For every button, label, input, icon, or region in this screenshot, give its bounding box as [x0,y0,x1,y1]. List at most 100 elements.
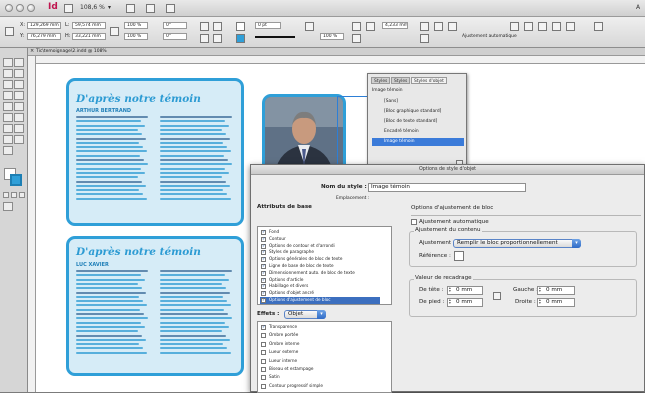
scissors-tool-icon[interactable] [3,113,13,122]
stepper-icon[interactable]: ▴ ▾ [449,287,454,294]
h-field[interactable]: 33,221 mm [72,33,106,40]
effect-checkbox[interactable]: ✓ [261,325,266,330]
base-attributes-list[interactable]: ✓ Fond ✓ Contour ✓ Options de contour et d'ar… [257,226,392,305]
apply-gradient-icon[interactable] [11,192,17,198]
align-left-icon[interactable] [510,22,519,31]
distribute-icon[interactable] [552,22,561,31]
card2-name[interactable]: Luc Xavier [76,262,109,268]
corner-options-icon[interactable] [352,34,361,43]
tab-object-styles[interactable]: Styles d'objet [411,77,447,84]
attribute-checkbox[interactable]: ✓ [261,230,266,235]
shear-field[interactable]: 0° [163,33,187,40]
attribute-row[interactable]: ✓ Ligne de base de bloc de texte [260,263,380,270]
bottom-input[interactable]: ▴ ▾ 0 mm [447,298,483,307]
attribute-row[interactable]: ✓ Habillage et divers [260,283,380,290]
effect-row[interactable]: Ombre portée [260,332,380,339]
effect-checkbox[interactable] [261,341,266,347]
attribute-checkbox[interactable]: ✓ [261,257,266,263]
center-content-icon[interactable] [420,34,429,43]
auto-fit-checkbox[interactable] [411,219,417,225]
minimize-window-button[interactable] [16,4,24,12]
effect-row[interactable]: Lueur externe [260,349,380,356]
effect-row[interactable]: Ombre interne [260,341,380,348]
attribute-checkbox[interactable]: ✓ [261,250,266,256]
attribute-checkbox[interactable]: ✓ [261,291,266,297]
eyedropper-tool-icon[interactable] [3,135,13,144]
flip-icon[interactable] [213,22,222,31]
opacity-field[interactable]: 100 % [320,33,344,40]
screen-mode-tool-icon[interactable] [3,202,13,211]
align-right-icon[interactable] [538,22,547,31]
stroke-type-line[interactable] [255,36,295,38]
rectangle-tool-icon[interactable] [14,102,24,111]
effect-checkbox[interactable] [261,367,266,372]
document-tab[interactable]: × Tic\temoignage\2.indd @ 108% [28,48,645,56]
attribute-row[interactable]: ✓ Options générales de bloc de texte [260,256,380,263]
attribute-row[interactable]: ✓ Options de contour et d'arrondi [260,243,380,250]
select-container-icon[interactable] [200,34,209,43]
effect-checkbox[interactable] [261,375,266,381]
type-tool-icon[interactable] [3,80,13,89]
document-tab-label[interactable]: Tic\temoignage\2.indd @ 108% [36,49,107,54]
y-field[interactable]: 76,279 mm [27,33,61,40]
scale-x-field[interactable]: 100 % [124,22,148,29]
tab-styles-1[interactable]: Styles [371,77,391,84]
effect-row[interactable]: Lueur interne [260,358,380,365]
attribute-row[interactable]: ✓ Options d'objet ancré [260,290,380,297]
zoom-window-button[interactable] [27,4,35,12]
fill-swatch-icon[interactable] [236,22,245,31]
rotation-field[interactable]: 0° [163,22,187,29]
hand-tool-icon[interactable] [14,135,24,144]
attribute-row[interactable]: ✓ Dimensionnement auto. de bloc de texte [260,270,380,277]
reference-point-icon[interactable] [454,251,464,261]
fit-select[interactable]: Remplir le bloc proportionnellement ▾ [453,239,581,248]
reference-point-icon[interactable] [5,27,14,36]
attribute-row[interactable]: ✓ Options d'ajustement de bloc [260,297,380,304]
gap-field[interactable]: 4,233 mm [382,22,408,29]
attribute-row[interactable]: ✓ Contour [260,236,380,243]
bridge-icon[interactable] [64,4,73,13]
stepper-icon[interactable]: ▴ ▾ [449,299,454,306]
attribute-checkbox[interactable]: ✓ [261,243,266,249]
workspace-label[interactable]: A [636,4,640,11]
card1-name[interactable]: Arthur Bertrand [76,108,131,114]
constrain-proportions-icon[interactable] [110,27,119,36]
auto-fit-label[interactable]: Ajustement automatique [419,219,489,225]
arrange-documents-icon[interactable] [166,4,175,13]
apply-color-icon[interactable] [3,192,9,198]
effects-list[interactable]: ✓ Transparence Ombre portée Ombre interne Lu… [257,321,392,393]
effect-checkbox[interactable] [261,333,266,339]
card1-title[interactable]: D'après notre témoin [76,93,201,105]
stroke-swatch-icon[interactable] [236,34,245,43]
select-content-icon[interactable] [213,34,222,43]
selection-tool-icon[interactable] [3,58,13,67]
effect-checkbox[interactable] [261,350,266,356]
style-item-image-temoin[interactable]: Image témoin [372,138,464,146]
effect-checkbox[interactable] [261,358,266,364]
gradient-tool-icon[interactable] [3,124,13,133]
line-tool-icon[interactable] [14,80,24,89]
style-name-input[interactable]: Image témoin [368,183,526,192]
attribute-row[interactable]: ✓ Fond [260,229,380,236]
shadow-icon[interactable] [366,22,375,31]
vertical-ruler[interactable] [28,56,36,392]
effect-row[interactable]: Biseau et estampage [260,366,380,373]
pencil-tool-icon[interactable] [14,91,24,100]
effect-checkbox[interactable] [261,383,266,389]
w-field[interactable]: 59,574 mm [72,22,106,29]
attribute-row[interactable]: ✓ Options d'article [260,277,380,284]
horizontal-ruler[interactable] [36,56,645,64]
attribute-checkbox[interactable]: ✓ [261,270,266,276]
panel-menu-icon[interactable] [594,22,603,31]
free-transform-tool-icon[interactable] [14,113,24,122]
object-style-icon[interactable] [566,22,575,31]
fill-proportionally-icon[interactable] [448,22,457,31]
screen-mode-icon[interactable] [146,4,155,13]
fit-frame-icon[interactable] [434,22,443,31]
rectangle-frame-tool-icon[interactable] [3,102,13,111]
card2-title[interactable]: D'après notre témoin [76,246,201,258]
tab-styles-2[interactable]: Styles [391,77,411,84]
attribute-checkbox[interactable]: ✓ [261,277,266,283]
gap-tool-icon[interactable] [14,69,24,78]
link-icon[interactable] [493,292,501,300]
